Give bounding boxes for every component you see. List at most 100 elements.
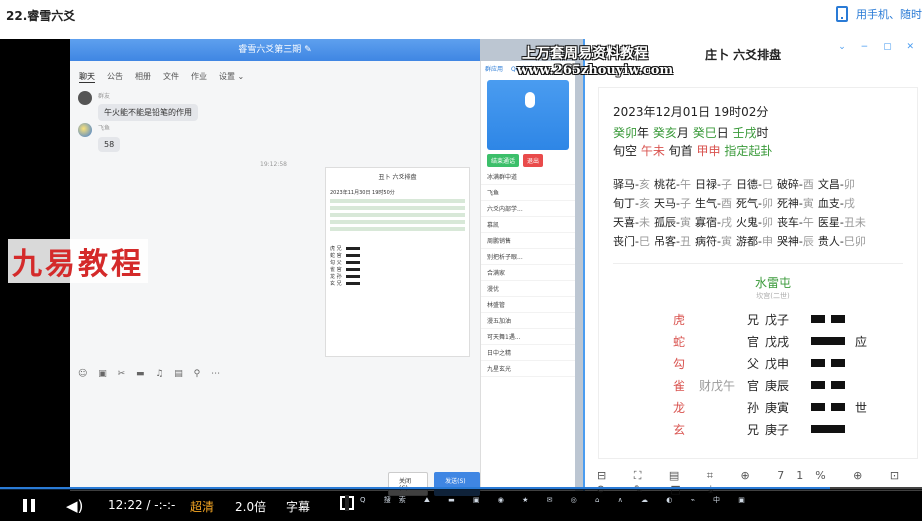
shensha-item: 生气-酉 xyxy=(694,197,732,210)
ganzhi: 戊申 xyxy=(765,357,790,371)
chat-tab[interactable]: 公告 xyxy=(107,71,123,83)
list-item[interactable]: 九星玄光 xyxy=(481,361,575,377)
shensha-item: 游都-申 xyxy=(735,235,773,248)
chat-tab[interactable]: 文件 xyxy=(163,71,179,83)
phone-link[interactable]: 用手机、随时 xyxy=(836,6,922,22)
shensha-item: 旬丁-亥 xyxy=(613,197,650,210)
yao-line xyxy=(811,403,845,411)
gua-name: 水雷屯 xyxy=(754,276,791,290)
list-item[interactable]: 别把析子眼... xyxy=(481,249,575,265)
xunkong-part: 午未 xyxy=(640,144,665,158)
chat-tab[interactable]: 聊天 xyxy=(79,71,95,83)
video-frame: 睿雪六爻第三期 ✎ 聊天 公告 相册 文件 作业 设置 ⌄ 群友 午火能不能是铅… xyxy=(70,39,922,496)
shensha-item: 驿马-亥 xyxy=(613,178,650,191)
shensha-item: 死神-寅 xyxy=(776,197,814,210)
list-item[interactable]: 慕凯 xyxy=(481,217,575,233)
subtitle-button[interactable]: 字幕 xyxy=(286,498,310,515)
end-call-button[interactable]: 结束通话 xyxy=(487,154,520,167)
xunkong-part: 旬空 xyxy=(613,144,641,158)
qq-tab[interactable]: 群应用 xyxy=(485,64,503,73)
fullscreen-icon[interactable] xyxy=(340,495,354,511)
paipan-toolbar[interactable]: ⊟ ⛶ ▤ ⌗ ⊕ 71% ⊕ ⊡ ⟳ ✎ ⬒ ⤓ xyxy=(585,469,922,496)
yao-line xyxy=(811,359,845,367)
shensha-row: 驿马-亥 桃花-午 日禄-子 日德-巳 破碎-酉 文昌-卯 xyxy=(613,175,903,194)
shensha-item: 孤辰-寅 xyxy=(653,216,691,229)
volume-icon[interactable]: ◀) xyxy=(66,497,83,515)
message-bubble: 午火能不能是铅笔的作用 xyxy=(98,104,198,121)
ganzhi-part: 月 xyxy=(676,126,693,140)
shensha-item: 寡宿-戌 xyxy=(694,216,732,229)
yao-row: 龙 孙庚寅 世 xyxy=(613,397,903,419)
speed-button[interactable]: 2.0倍 xyxy=(235,498,266,515)
shensha-item: 日德-巳 xyxy=(735,178,773,191)
shensha-item: 破碎-酉 xyxy=(776,178,814,191)
ganzhi: 戊子 xyxy=(765,313,790,327)
shensha-item: 日禄-子 xyxy=(694,178,732,191)
chat-tab[interactable]: 作业 xyxy=(191,71,207,83)
xunkong-part: 指定起卦 xyxy=(720,144,773,158)
video-player[interactable]: 睿雪六爻第三期 ✎ 聊天 公告 相册 文件 作业 设置 ⌄ 群友 午火能不能是铅… xyxy=(0,39,922,521)
sender-name: 飞鱼 xyxy=(98,125,111,132)
yao-line xyxy=(811,425,845,433)
list-item[interactable]: 日中之精 xyxy=(481,345,575,361)
chat-tabs: 聊天 公告 相册 文件 作业 设置 ⌄ xyxy=(79,71,244,83)
ganzhi-part: 年 xyxy=(637,126,653,140)
list-item[interactable]: 六爻内部学... xyxy=(481,201,575,217)
six-beast: 雀 xyxy=(673,379,686,393)
liuqin: 兄 xyxy=(747,423,760,437)
paipan-content: 2023年12月01日 19时02分 癸卯年 癸亥月 癸巳日 壬戌时 旬空 午未… xyxy=(598,87,918,459)
liuqin: 官 xyxy=(747,335,760,349)
watermark-title: 上万套周易资料教程 xyxy=(522,46,648,62)
watermark-url: www.265zhouyiw.com xyxy=(517,63,674,78)
list-item[interactable]: 合满家 xyxy=(481,265,575,281)
window-controls[interactable]: ⌄ − ▢ ✕ xyxy=(838,42,920,52)
chat-window-title: 睿雪六爻第三期 ✎ xyxy=(70,39,480,61)
chat-toolbar[interactable]: ☺ ▣ ✂ ▬ ♫ ▤ ⚲ ⋯ xyxy=(78,369,224,379)
divider xyxy=(613,263,903,264)
shensha-row: 丧门-巳 吊客-丑 病符-寅 游都-申 哭神-辰 贵人-巳卯 xyxy=(613,232,903,251)
list-item[interactable]: 可天舞1遇... xyxy=(481,329,575,345)
shensha-item: 桃花-午 xyxy=(653,178,691,191)
liuqin: 孙 xyxy=(747,401,760,415)
shensha-item: 医星-丑未 xyxy=(817,216,866,229)
list-item[interactable]: 冰满群中道 xyxy=(481,169,575,185)
member-list: 冰满群中道 飞鱼 六爻内部学... 慕凯 周鹏销售 别把析子眼... 合满家 漫… xyxy=(481,169,575,377)
ganzhi-part: 时 xyxy=(756,126,769,140)
avatar[interactable] xyxy=(78,91,92,105)
sender-name: 群友 xyxy=(98,93,111,100)
voice-call-panel xyxy=(487,80,569,150)
yao-row: 雀财戊午官庚辰 xyxy=(613,375,903,397)
ganzhi-part: 癸亥 xyxy=(652,126,677,140)
shensha-row: 旬丁-亥 天马-子 生气-酉 死气-卯 死神-寅 血支-戌 xyxy=(613,194,903,213)
pause-icon[interactable] xyxy=(23,499,35,512)
list-item[interactable]: 飞鱼 xyxy=(481,185,575,201)
six-beast: 虎 xyxy=(673,313,686,327)
list-item[interactable]: 漫五加油 xyxy=(481,313,575,329)
quality-button[interactable]: 超清 xyxy=(190,498,214,515)
list-item[interactable]: 周鹏销售 xyxy=(481,233,575,249)
shensha-item: 贵人-巳卯 xyxy=(817,235,866,248)
page-title: 22.睿雪六爻 xyxy=(6,9,76,23)
chat-tab[interactable]: 相册 xyxy=(135,71,151,83)
shensha-item: 吊客-丑 xyxy=(653,235,691,248)
player-controls: ◀) 12:22 / -:-:- 超清 2.0倍 字幕 Q 搜索 ⛰ ▬ ▣ ◉… xyxy=(0,489,922,521)
chat-message: 群友 午火能不能是铅笔的作用 xyxy=(78,91,198,121)
list-item[interactable]: 林盛管 xyxy=(481,297,575,313)
shensha-table: 驿马-亥 桃花-午 日禄-子 日德-巳 破碎-酉 文昌-卯 旬丁-亥 天马-子 生气-酉 死气-卯… xyxy=(613,175,903,251)
mini-card-date: 2023年11月30日 19时50分 xyxy=(330,190,395,196)
xunkong-part: 旬首 xyxy=(664,144,697,158)
phone-link-label[interactable]: 用手机、随时 xyxy=(856,6,922,22)
yao-row: 虎 兄戊子 xyxy=(613,309,903,331)
chat-message: 飞鱼 58 xyxy=(78,123,121,152)
six-beast: 勾 xyxy=(673,357,686,371)
qq-side-panel: 群应用 QQ电话 结束通话 退出 冰满群中道 飞鱼 六爻内部学... 慕凯 周鹏… xyxy=(480,61,575,491)
shensha-row: 天喜-未 孤辰-寅 寡宿-戌 火鬼-卯 丧车-午 医星-丑未 xyxy=(613,213,903,232)
top-bar: 22.睿雪六爻 用手机、随时 xyxy=(0,0,922,30)
chat-tab[interactable]: 设置 ⌄ xyxy=(219,71,244,83)
shared-paipan-screenshot[interactable]: 丑卜 六爻排盘 2023年11月30日 19时50分 虎 兄 蛇 官 勾 父 雀… xyxy=(325,167,470,357)
list-item[interactable]: 漫优 xyxy=(481,281,575,297)
shiying-mark: 世 xyxy=(855,401,868,415)
hangup-button[interactable]: 退出 xyxy=(523,154,544,167)
ganzhi: 庚子 xyxy=(765,423,790,437)
avatar[interactable] xyxy=(78,123,92,137)
